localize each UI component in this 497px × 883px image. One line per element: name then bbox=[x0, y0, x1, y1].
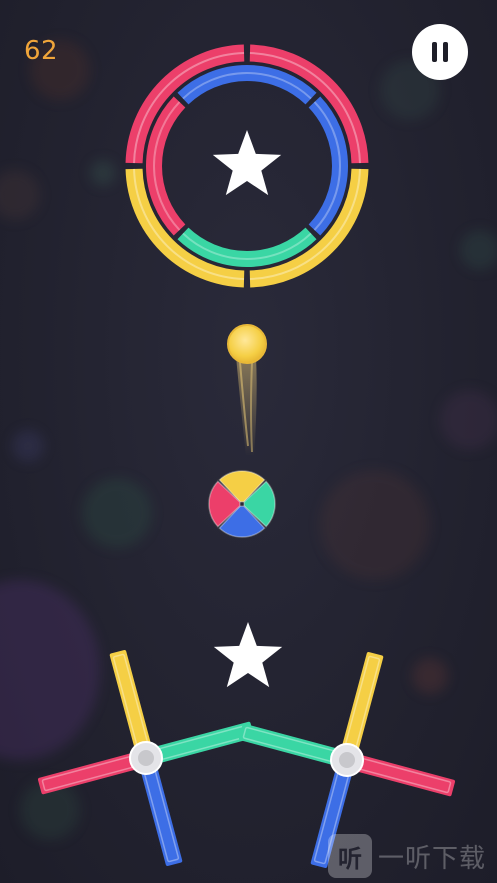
ring-segment bbox=[308, 96, 348, 236]
cross-arm bbox=[109, 649, 152, 751]
cross-arm bbox=[238, 723, 340, 766]
star-icon bbox=[213, 622, 283, 688]
watermark-icon: 听 bbox=[328, 834, 372, 878]
color-switcher bbox=[207, 469, 277, 539]
cross-obstacle-left bbox=[37, 649, 255, 867]
star-icon bbox=[212, 130, 282, 196]
pause-icon bbox=[429, 42, 451, 62]
ball-trail bbox=[236, 356, 257, 456]
ring-segment bbox=[177, 227, 317, 267]
cross-arm bbox=[140, 765, 183, 867]
cross-arm bbox=[354, 754, 456, 797]
game-screen[interactable]: 62 听 一听下载 bbox=[0, 0, 497, 883]
ring-segment bbox=[146, 96, 186, 236]
cross-arm bbox=[37, 752, 139, 795]
cross-arm bbox=[341, 651, 384, 753]
cross-hub-center bbox=[339, 752, 355, 768]
cross-hub-center bbox=[138, 750, 154, 766]
score-counter: 62 bbox=[24, 36, 59, 66]
player-ball bbox=[227, 324, 267, 456]
ball bbox=[227, 324, 267, 364]
watermark-text: 一听下载 bbox=[378, 843, 487, 874]
pause-button[interactable] bbox=[412, 24, 468, 80]
ring-segment bbox=[177, 65, 317, 105]
ball-trail-streak bbox=[250, 361, 253, 453]
play-field bbox=[37, 44, 456, 869]
cross-arm bbox=[153, 721, 255, 764]
watermark-logo: 听 一听下载 bbox=[328, 832, 494, 880]
